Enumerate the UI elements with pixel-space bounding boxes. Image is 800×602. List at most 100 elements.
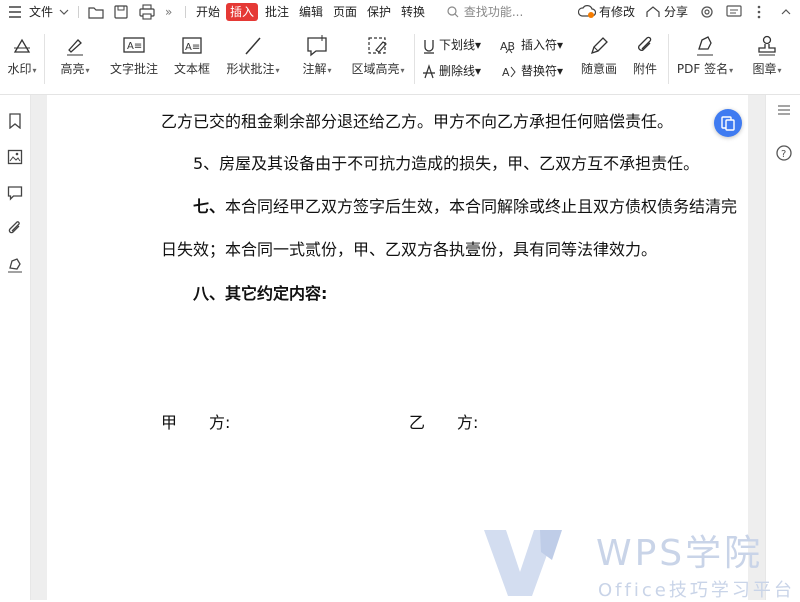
- underline-label: 下划线: [439, 38, 476, 52]
- replace-symbol-label: 替换符: [521, 64, 558, 78]
- watermark-brand: WPS学院: [596, 533, 764, 574]
- strikethrough-button[interactable]: 删除线▾: [422, 62, 481, 80]
- text-comment-button[interactable]: A≡ 文字批注: [108, 34, 160, 77]
- convert-float-button[interactable]: [714, 109, 742, 137]
- tab-comment[interactable]: 批注: [265, 0, 289, 24]
- underline-button[interactable]: 下划线▾: [422, 36, 481, 54]
- page-gutter-left: [31, 95, 47, 600]
- stamp-label: 图章: [752, 62, 777, 76]
- comment-icon[interactable]: [7, 185, 23, 201]
- strikethrough-icon: [423, 63, 435, 78]
- bookmark-icon[interactable]: [7, 113, 23, 129]
- insert-symbol-icon: AB: [500, 40, 515, 53]
- watermark-button[interactable]: 水印▾: [2, 34, 42, 77]
- watermark-icon: [13, 38, 31, 53]
- watermark-subtitle: Office技巧学习平台: [598, 580, 795, 601]
- file-menu[interactable]: 文件: [29, 0, 53, 24]
- wps-academy-watermark: WPS学院 Office技巧学习平台: [478, 520, 800, 601]
- underline-icon: [424, 39, 434, 54]
- signature-pen-icon: [697, 36, 713, 56]
- collapse-chevron-icon[interactable]: [780, 0, 792, 24]
- annotation-icon: [307, 35, 327, 57]
- left-sidebar: [0, 95, 31, 600]
- tab-insert[interactable]: 插入: [226, 3, 259, 21]
- svg-text:?: ?: [781, 149, 786, 160]
- textbox-button[interactable]: A≡ 文本框: [170, 34, 214, 77]
- text-comment-icon: A≡: [123, 37, 145, 53]
- hamburger-icon[interactable]: [8, 0, 22, 24]
- annotation-label: 注解: [302, 62, 327, 76]
- tab-home[interactable]: 开始: [196, 0, 220, 24]
- area-highlight-button[interactable]: 区域高亮▾: [346, 34, 410, 77]
- signature-panel-icon[interactable]: [7, 257, 23, 273]
- svg-text:A≡: A≡: [185, 42, 200, 53]
- save-icon[interactable]: [113, 0, 129, 24]
- menu-bar: 文件 » 开始 插入 批注 编辑 页面 保护 转换 查找功能... 有修改 分享: [0, 0, 800, 25]
- insert-symbol-button[interactable]: AB 插入符▾: [500, 36, 563, 54]
- tab-convert[interactable]: 转换: [401, 0, 425, 24]
- search-icon: [447, 6, 459, 18]
- area-highlight-icon: [368, 37, 387, 54]
- cloud-sync-icon[interactable]: [577, 0, 597, 24]
- doc-line-4: 日失效；本合同一式贰份，甲、乙双方各执壹份，具有同等法律效力。: [161, 240, 658, 259]
- share-button[interactable]: 分享: [664, 0, 688, 24]
- shape-comment-label: 形状批注: [226, 62, 275, 76]
- textbox-label: 文本框: [173, 62, 210, 76]
- line-shape-icon: [245, 37, 261, 55]
- message-icon[interactable]: [726, 0, 742, 24]
- ribbon-toolbar: 水印▾ 高亮▾ A≡ 文字批注 A≡ 文本框 形状批注▾ 注解▾ 区域高亮▾ 下…: [0, 24, 800, 95]
- watermark-label: 水印: [7, 62, 32, 76]
- doc-line-1: 乙方已交的租金剩余部分退还给乙方。甲方不向乙方承担任何赔偿责任。: [161, 112, 674, 131]
- share-icon[interactable]: [645, 0, 661, 24]
- replace-symbol-icon: A: [502, 66, 516, 79]
- open-folder-icon[interactable]: [88, 0, 104, 24]
- freehand-label: 随意画: [580, 62, 617, 76]
- convert-icon: [721, 116, 735, 131]
- doc-line-3: 七、本合同经甲乙双方签字后生效，本合同解除或终止且双方债权债务结清完: [193, 195, 737, 219]
- chevron-down-icon[interactable]: [58, 0, 70, 24]
- highlight-label: 高亮: [60, 62, 85, 76]
- strikethrough-label: 删除线: [439, 64, 476, 78]
- thumbnail-icon[interactable]: [7, 149, 23, 165]
- party-a-label: 甲 方:: [161, 413, 231, 432]
- tab-page[interactable]: 页面: [333, 0, 357, 24]
- annotation-button[interactable]: 注解▾: [296, 34, 338, 77]
- highlighter-icon: [67, 39, 83, 56]
- replace-symbol-button[interactable]: A 替换符▾: [500, 62, 563, 80]
- print-icon[interactable]: [138, 0, 156, 24]
- section-7-body: 本合同经甲乙双方签字后生效，本合同解除或终止且双方债权债务结清完: [225, 197, 738, 216]
- pen-icon: [590, 37, 608, 55]
- pdf-sign-label: PDF 签名: [676, 62, 729, 76]
- more-chevron-icon[interactable]: »: [165, 0, 172, 24]
- attachment-label: 附件: [632, 62, 657, 76]
- paperclip-icon: [638, 36, 652, 51]
- wps-logo-icon: [484, 530, 562, 596]
- tab-edit[interactable]: 编辑: [299, 0, 323, 24]
- party-b-label: 乙 方:: [409, 413, 479, 432]
- attachment-panel-icon[interactable]: [7, 221, 23, 237]
- section-8-heading: 八、其它约定内容:: [193, 284, 328, 303]
- stamp-button[interactable]: 图章▾: [746, 34, 788, 77]
- section-7-heading: 七、: [193, 197, 226, 216]
- doc-line-2: 5、房屋及其设备由于不可抗力造成的损失，甲、乙双方互不承担责任。: [193, 154, 700, 173]
- svg-text:A: A: [502, 66, 510, 79]
- search-placeholder: 查找功能...: [463, 5, 524, 19]
- freehand-button[interactable]: 随意画: [578, 34, 620, 77]
- pdf-sign-button[interactable]: PDF 签名▾: [672, 34, 738, 77]
- more-vertical-icon[interactable]: [756, 0, 762, 24]
- area-highlight-label: 区域高亮: [351, 62, 400, 76]
- text-comment-label: 文字批注: [109, 62, 158, 76]
- properties-icon[interactable]: [776, 103, 792, 117]
- help-icon[interactable]: ?: [776, 145, 792, 161]
- search-box[interactable]: 查找功能...: [446, 0, 523, 24]
- attachment-button[interactable]: 附件: [626, 34, 664, 77]
- settings-icon[interactable]: [699, 0, 715, 24]
- stamp-icon: [758, 35, 776, 56]
- shape-comment-button[interactable]: 形状批注▾: [222, 34, 284, 77]
- tab-protect[interactable]: 保护: [367, 0, 391, 24]
- textbox-icon: A≡: [182, 37, 202, 54]
- modified-status[interactable]: 有修改: [599, 0, 635, 24]
- insert-symbol-label: 插入符: [521, 38, 558, 52]
- svg-text:A≡: A≡: [127, 41, 142, 52]
- highlight-button[interactable]: 高亮▾: [54, 34, 96, 77]
